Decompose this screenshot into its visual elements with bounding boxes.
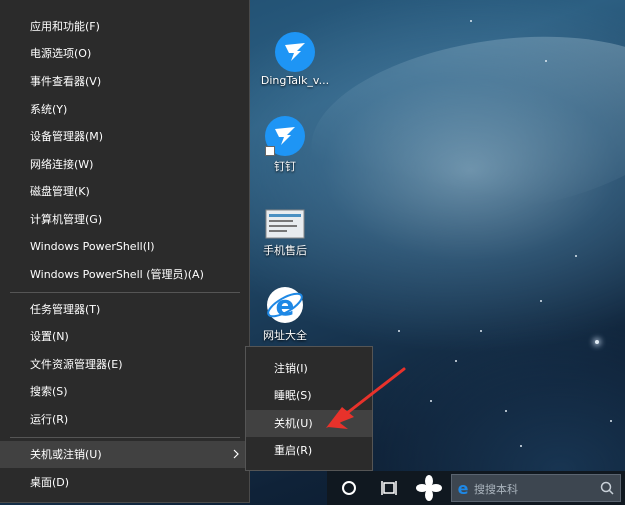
menu-separator: [10, 437, 240, 438]
desktop-icon-label: 钉钉: [274, 160, 296, 173]
taskbar: e 搜搜本科: [327, 471, 625, 505]
document-thumbnail-icon: [265, 208, 305, 240]
menu-item-desktop[interactable]: 桌面(D): [0, 469, 249, 496]
cortana-circle-icon: [342, 481, 356, 495]
menu-item-event-viewer[interactable]: 事件查看器(V): [0, 68, 249, 95]
desktop-icon-phone-service[interactable]: 手机售后: [250, 208, 320, 258]
menu-item-power-options[interactable]: 电源选项(O): [0, 40, 249, 67]
dingtalk-icon: [265, 116, 305, 156]
task-view-button[interactable]: [371, 471, 407, 505]
dingtalk-icon: [275, 32, 315, 72]
pinned-app-button[interactable]: [411, 471, 447, 505]
svg-text:e: e: [458, 480, 469, 496]
menu-item-run[interactable]: 运行(R): [0, 406, 249, 433]
menu-item-file-explorer[interactable]: 文件资源管理器(E): [0, 351, 249, 378]
menu-item-system[interactable]: 系统(Y): [0, 96, 249, 123]
desktop-icon-label: 手机售后: [263, 244, 307, 257]
chevron-right-icon: [233, 449, 239, 459]
wallpaper-light-streak: [300, 14, 625, 236]
menu-item-disk-management[interactable]: 磁盘管理(K): [0, 178, 249, 205]
task-view-icon: [381, 481, 397, 495]
desktop-icon-label: 网址大全: [263, 329, 307, 342]
start-context-menu: 应用和功能(F) 电源选项(O) 事件查看器(V) 系统(Y) 设备管理器(M)…: [0, 0, 250, 503]
taskbar-search-box[interactable]: e 搜搜本科: [451, 474, 621, 502]
fan-app-icon: [416, 475, 442, 501]
desktop-icon-dingtalk[interactable]: 钉钉: [250, 116, 320, 174]
shortcut-arrow-icon: [265, 146, 275, 156]
menu-item-label: 关机或注销(U): [30, 448, 102, 461]
menu-item-device-manager[interactable]: 设备管理器(M): [0, 123, 249, 150]
desktop-icon-dingtalk-installer[interactable]: DingTalk_v...: [250, 32, 340, 87]
desktop-icon-web-navigation[interactable]: e 网址大全: [250, 285, 320, 343]
menu-item-powershell[interactable]: Windows PowerShell(I): [0, 233, 249, 260]
cortana-button[interactable]: [331, 471, 367, 505]
menu-item-computer-mgmt[interactable]: 计算机管理(G): [0, 206, 249, 233]
ie-icon: e: [458, 480, 469, 496]
search-icon[interactable]: [600, 481, 614, 495]
ie-icon: e: [265, 285, 305, 325]
desktop-icon-label: DingTalk_v...: [260, 74, 330, 87]
menu-item-network[interactable]: 网络连接(W): [0, 151, 249, 178]
search-placeholder: 搜搜本科: [474, 483, 518, 496]
menu-item-search[interactable]: 搜索(S): [0, 378, 249, 405]
menu-item-shutdown-signout[interactable]: 关机或注销(U): [0, 441, 249, 468]
menu-separator: [10, 292, 240, 293]
menu-item-task-manager[interactable]: 任务管理器(T): [0, 296, 249, 323]
menu-item-apps-features[interactable]: 应用和功能(F): [0, 13, 249, 40]
annotation-arrow-icon: [326, 367, 406, 429]
menu-item-settings[interactable]: 设置(N): [0, 323, 249, 350]
menu-item-powershell-admin[interactable]: Windows PowerShell (管理员)(A): [0, 261, 249, 288]
submenu-item-restart[interactable]: 重启(R): [246, 437, 372, 464]
